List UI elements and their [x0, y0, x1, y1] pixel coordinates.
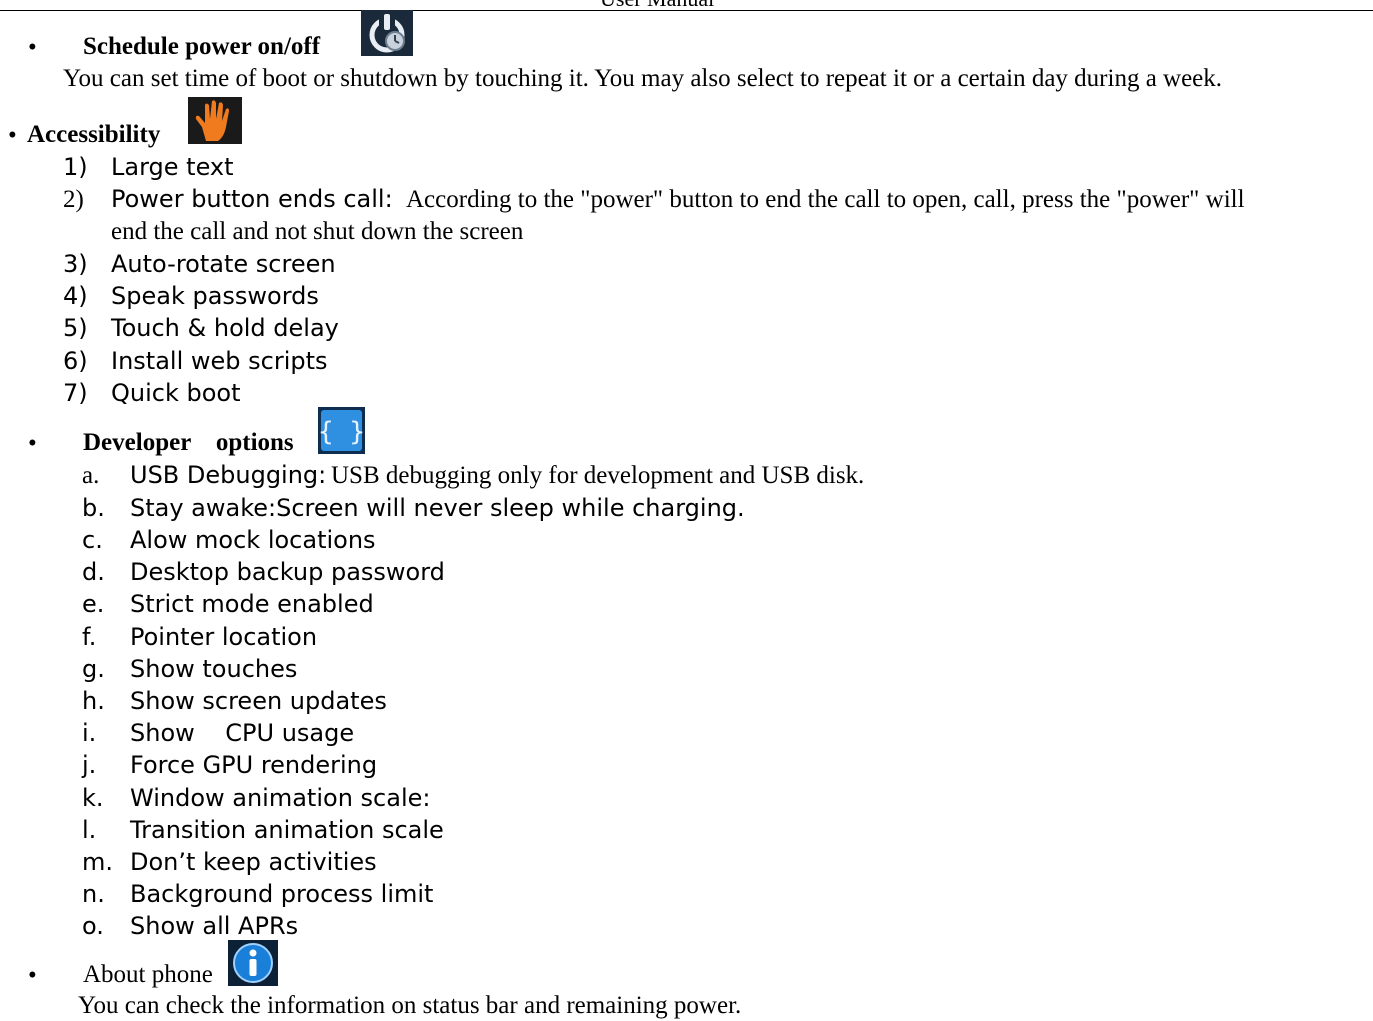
list-number: 6) — [63, 347, 88, 375]
list-number: 2) — [63, 186, 84, 213]
section-title-accessibility: Accessibility — [27, 121, 161, 148]
list-letter: l. — [82, 816, 97, 844]
list-number: 4) — [63, 282, 88, 310]
hand-icon — [188, 97, 242, 149]
bullet: • — [28, 962, 37, 989]
list-letter: a. — [82, 462, 100, 489]
list-number: 7) — [63, 379, 88, 407]
list-letter: c. — [82, 526, 103, 554]
schedule-description: You can set time of boot or shutdown by … — [63, 65, 1223, 92]
list-item-label: Pointer location — [130, 623, 318, 651]
list-item-label: Don’t keep activities — [130, 848, 377, 876]
list-item-label: Transition animation scale — [130, 816, 444, 844]
list-letter: k. — [82, 784, 104, 812]
list-item-label: USB Debugging: — [130, 461, 327, 489]
bullet: • — [28, 430, 37, 457]
list-letter: i. — [82, 719, 97, 747]
list-item-label: Show all APRs — [130, 912, 299, 940]
list-item-label: Touch & hold delay — [111, 314, 339, 342]
list-item-label: Show screen updates — [130, 687, 387, 715]
section-title-about: About phone — [83, 961, 213, 988]
list-item-label: Window animation scale: — [130, 784, 431, 812]
list-number: 5) — [63, 314, 88, 342]
list-letter: m. — [82, 848, 114, 876]
bullet: • — [28, 34, 37, 61]
list-item-description-continued: end the call and not shut down the scree… — [111, 218, 524, 245]
bullet: • — [8, 122, 17, 149]
list-item-label: Auto-rotate screen — [111, 250, 336, 278]
braces-icon: { } — [318, 407, 365, 459]
list-item-label: Show CPU usage — [130, 719, 355, 747]
list-letter: g. — [82, 655, 105, 683]
list-letter: h. — [82, 687, 105, 715]
list-letter: o. — [82, 912, 104, 940]
svg-text:{ }: { } — [318, 417, 365, 447]
list-item-label: Power button ends call: — [111, 185, 393, 213]
list-number: 1) — [63, 153, 88, 181]
list-letter: d. — [82, 558, 105, 586]
list-item-label: Desktop backup password — [130, 558, 445, 586]
list-item-label: Install web scripts — [111, 347, 328, 375]
list-letter: j. — [82, 751, 97, 779]
info-icon — [228, 940, 278, 991]
section-title-developer: Developer options — [83, 429, 294, 456]
list-item-description: According to the "power" button to end t… — [406, 186, 1245, 213]
list-item-label: Stay awake:Screen will never sleep while… — [130, 494, 745, 522]
list-item-label: Show touches — [130, 655, 298, 683]
section-title-schedule: Schedule power on/off — [83, 33, 321, 60]
power-clock-icon — [361, 10, 413, 61]
about-description: You can check the information on status … — [78, 992, 742, 1019]
list-item-description: USB debugging only for development and U… — [331, 462, 865, 489]
list-letter: b. — [82, 494, 105, 522]
list-item-label: Large text — [111, 153, 234, 181]
list-letter: n. — [82, 880, 105, 908]
list-item-label: Quick boot — [111, 379, 241, 407]
list-letter: e. — [82, 590, 105, 618]
list-item-label: Speak passwords — [111, 282, 319, 310]
list-number: 3) — [63, 250, 88, 278]
list-letter: f. — [82, 623, 97, 651]
list-item-label: Alow mock locations — [130, 526, 376, 554]
list-item-label: Force GPU rendering — [130, 751, 378, 779]
list-item-label: Strict mode enabled — [130, 590, 374, 618]
list-item-label: Background process limit — [130, 880, 434, 908]
header-rule — [0, 10, 1373, 11]
